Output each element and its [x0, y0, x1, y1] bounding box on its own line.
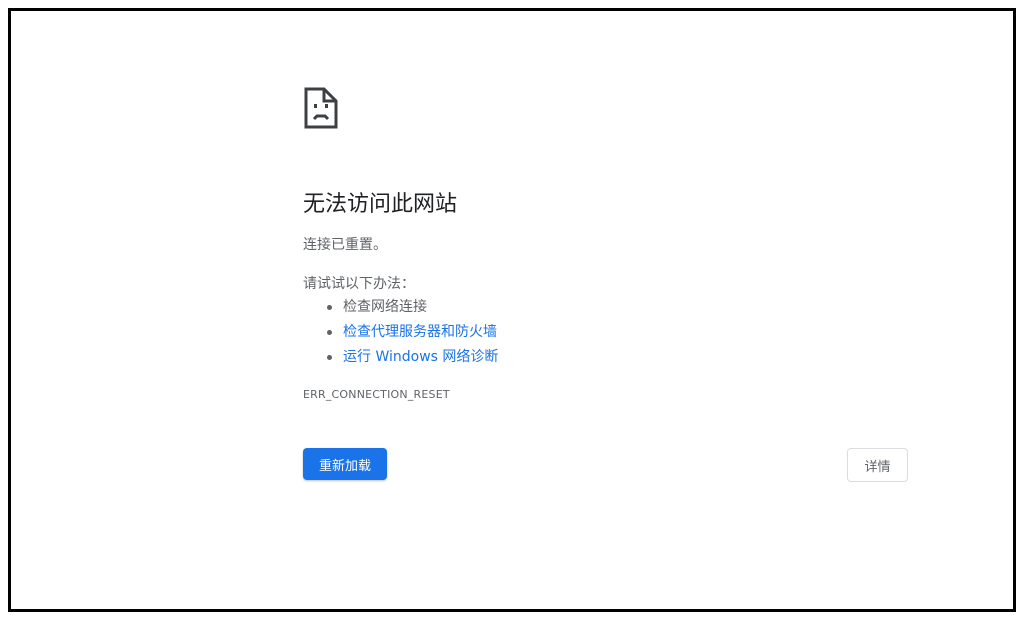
suggestion-check-proxy[interactable]: 检查代理服务器和防火墙 [303, 322, 498, 347]
details-button[interactable]: 详情 [847, 448, 908, 482]
error-description: 连接已重置。 [303, 237, 387, 253]
check-proxy-firewall-link[interactable]: 检查代理服务器和防火墙 [343, 324, 497, 340]
error-content: 无法访问此网站 连接已重置。 请试试以下办法： 检查网络连接 检查代理服务器和防… [303, 86, 943, 401]
reload-button[interactable]: 重新加载 [303, 448, 387, 480]
sad-page-icon [304, 87, 338, 129]
suggestions-heading: 请试试以下办法： [303, 276, 415, 292]
run-network-diagnostics-link[interactable]: 运行 Windows 网络诊断 [343, 349, 498, 365]
window-frame: 无法访问此网站 连接已重置。 请试试以下办法： 检查网络连接 检查代理服务器和防… [8, 8, 1016, 612]
suggestion-run-diagnostics[interactable]: 运行 Windows 网络诊断 [303, 347, 498, 372]
suggestions-list: 检查网络连接 检查代理服务器和防火墙 运行 Windows 网络诊断 [303, 297, 498, 372]
page-title: 无法访问此网站 [303, 192, 458, 217]
suggestion-check-network: 检查网络连接 [303, 297, 498, 322]
suggestion-label: 检查网络连接 [343, 299, 427, 315]
error-code: ERR_CONNECTION_RESET [303, 388, 450, 401]
